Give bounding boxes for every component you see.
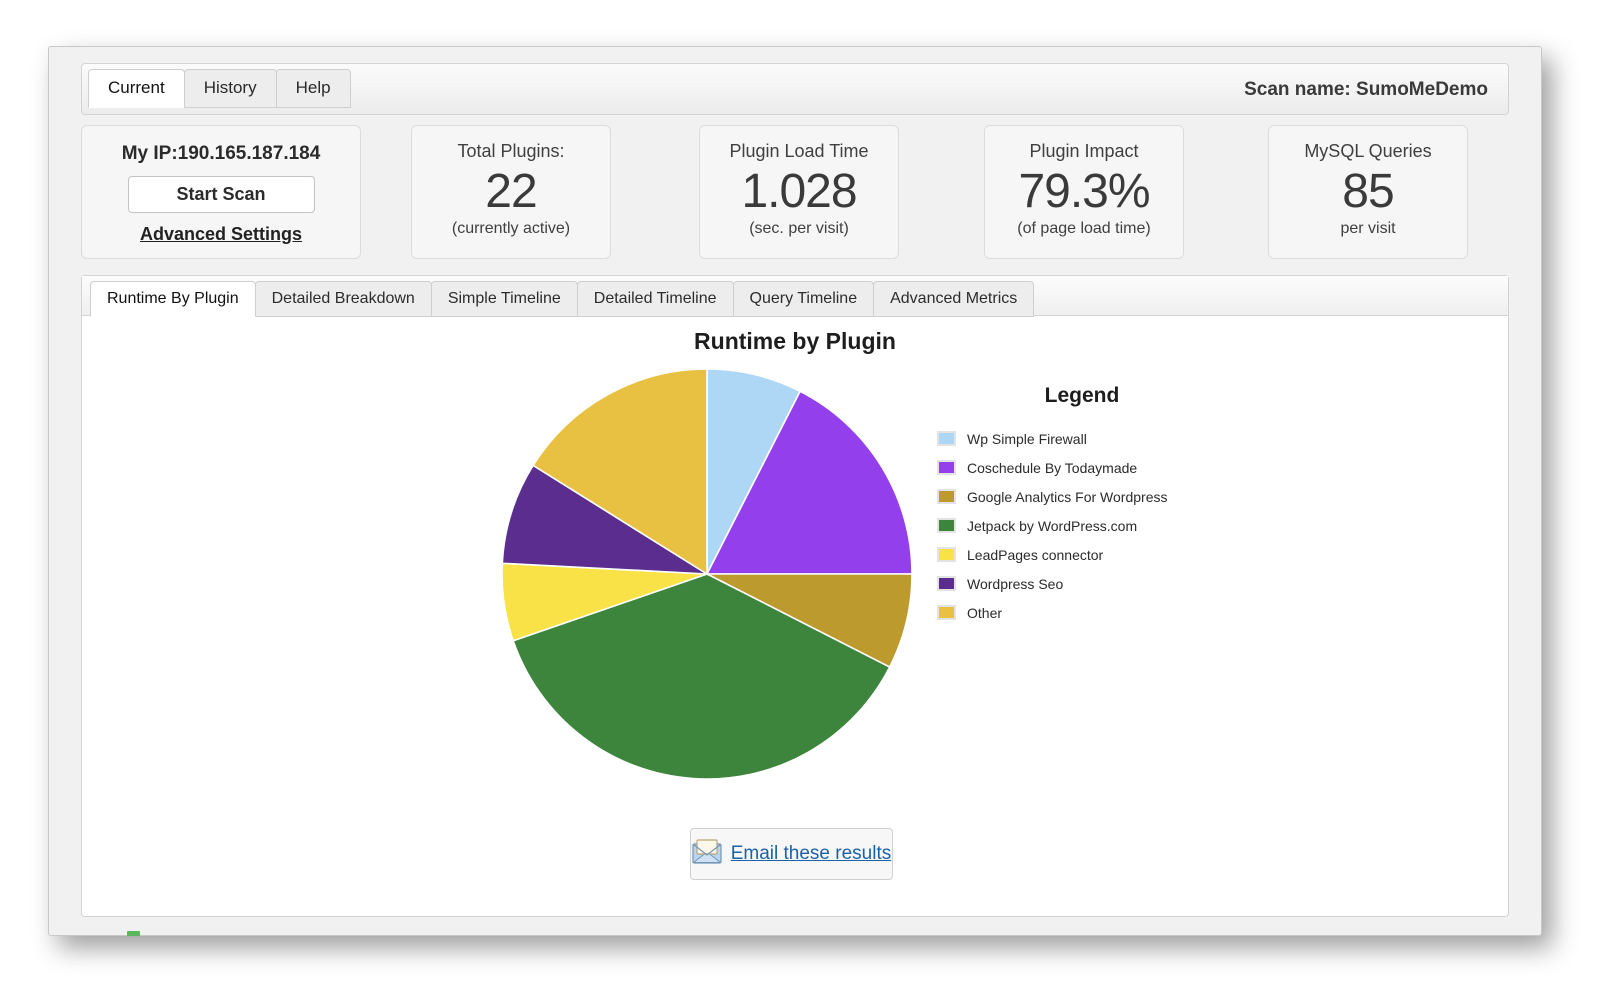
nav-tab-current[interactable]: Current (88, 69, 185, 108)
screenshot-root: Current History Help Scan name: SumoMeDe… (0, 0, 1600, 995)
status-indicator-sliver (127, 931, 140, 936)
legend-item-label: Wp Simple Firewall (967, 430, 1087, 447)
legend-item-label: Jetpack by WordPress.com (967, 517, 1138, 534)
legend-color-swatch (937, 489, 956, 504)
content-panel: Runtime By Plugin Detailed Breakdown Sim… (81, 275, 1509, 917)
stat-card-plugin-impact: Plugin Impact 79.3% (of page load time) (984, 125, 1184, 259)
scan-name-label: Scan name: SumoMeDemo (1244, 79, 1488, 100)
legend-color-swatch (937, 460, 956, 475)
stat-label: MySQL Queries (1304, 141, 1432, 161)
legend-item: Wordpress Seo (937, 569, 1267, 598)
plugin-profiler-window: Current History Help Scan name: SumoMeDe… (48, 46, 1542, 936)
legend-item: Wp Simple Firewall (937, 424, 1267, 453)
legend-color-swatch (937, 431, 956, 446)
stats-row: My IP:190.165.187.184 Start Scan Advance… (81, 125, 1509, 263)
stat-card-total-plugins: Total Plugins: 22 (currently active) (411, 125, 611, 259)
stat-label: Plugin Load Time (729, 141, 869, 161)
legend-item: Jetpack by WordPress.com (937, 511, 1267, 540)
main-nav-tabs: Current History Help (88, 69, 351, 108)
start-scan-button[interactable]: Start Scan (127, 176, 315, 213)
nav-tab-help[interactable]: Help (275, 69, 351, 108)
nav-tab-history[interactable]: History (183, 69, 277, 108)
legend-item-label: Google Analytics For Wordpress (967, 488, 1168, 505)
chart-title: Runtime by Plugin (694, 328, 896, 354)
tab-simple-timeline[interactable]: Simple Timeline (430, 281, 578, 317)
my-ip-label: My IP:190.165.187.184 (121, 143, 321, 164)
stat-value: 1.028 (741, 165, 857, 218)
legend-item: Coschedule By Todaymade (937, 453, 1267, 482)
legend-item-label: LeadPages connector (967, 546, 1104, 563)
top-bar: Current History Help Scan name: SumoMeDe… (81, 63, 1509, 115)
stat-card-mysql-queries: MySQL Queries 85 per visit (1268, 125, 1468, 259)
legend-color-swatch (937, 547, 956, 562)
chart-legend: Legend Wp Simple Firewall Coschedule By T… (937, 384, 1267, 627)
email-results-button[interactable]: Email these results (690, 828, 893, 880)
legend-color-swatch (937, 518, 956, 533)
legend-item: Google Analytics For Wordpress (937, 482, 1267, 511)
stat-label: Plugin Impact (1029, 141, 1139, 161)
legend-item-label: Other (967, 604, 1003, 621)
stat-sublabel: (sec. per visit) (749, 220, 849, 237)
stat-sublabel: (of page load time) (1017, 220, 1151, 237)
stat-value: 22 (485, 165, 537, 218)
stat-value: 85 (1342, 165, 1394, 218)
stat-card-plugin-load-time: Plugin Load Time 1.028 (sec. per visit) (699, 125, 899, 259)
panel-tabs: Runtime By Plugin Detailed Breakdown Sim… (90, 281, 1035, 317)
legend-item-label: Wordpress Seo (967, 575, 1064, 592)
tab-query-timeline[interactable]: Query Timeline (732, 281, 875, 317)
advanced-settings-link[interactable]: Advanced Settings (82, 224, 360, 245)
stat-sublabel: (currently active) (451, 220, 571, 237)
my-ip-card: My IP:190.165.187.184 Start Scan Advance… (81, 125, 361, 259)
tab-advanced-metrics[interactable]: Advanced Metrics (873, 281, 1035, 317)
panel-tab-bar: Runtime By Plugin Detailed Breakdown Sim… (82, 276, 1508, 317)
tab-detailed-timeline[interactable]: Detailed Timeline (576, 281, 734, 317)
stat-sublabel: per visit (1340, 220, 1396, 237)
envelope-icon (691, 839, 722, 869)
legend-item: LeadPages connector (937, 540, 1267, 569)
tab-detailed-breakdown[interactable]: Detailed Breakdown (254, 281, 432, 317)
stat-value: 79.3% (1018, 165, 1150, 218)
pie-chart-svg (501, 368, 913, 780)
legend-color-swatch (937, 605, 956, 620)
stat-label: Total Plugins: (457, 141, 565, 161)
legend-items: Wp Simple Firewall Coschedule By Todaymad… (937, 424, 1267, 627)
legend-item: Other (937, 598, 1267, 627)
legend-item-label: Coschedule By Todaymade (967, 459, 1138, 476)
tab-runtime-by-plugin[interactable]: Runtime By Plugin (90, 281, 256, 317)
legend-title: Legend (1044, 384, 1120, 407)
email-results-label[interactable]: Email these results (731, 843, 892, 865)
pie-chart (497, 364, 917, 784)
legend-color-swatch (937, 576, 956, 591)
